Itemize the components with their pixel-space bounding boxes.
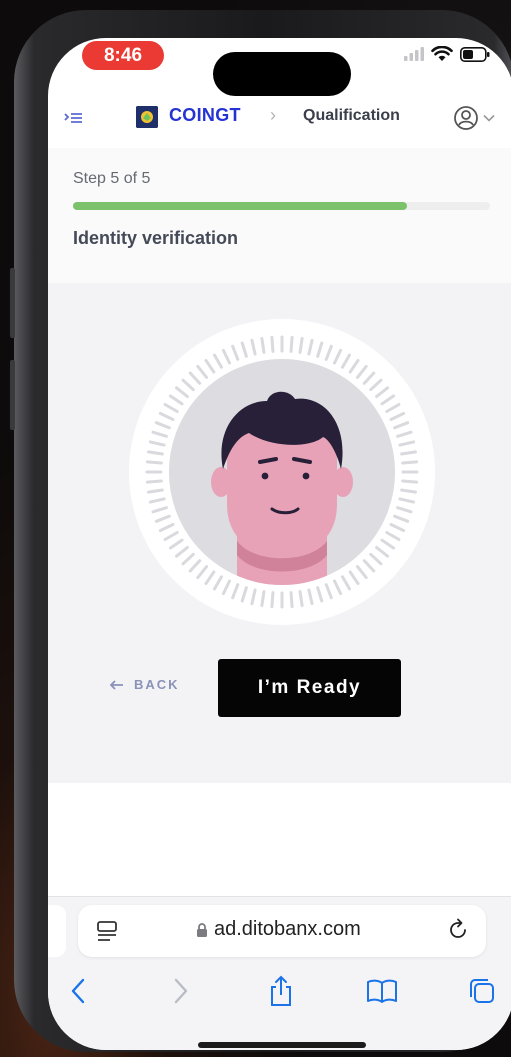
scan-ring-tick <box>260 337 266 354</box>
progress-bar <box>73 202 490 210</box>
im-ready-button[interactable]: I’m Ready <box>218 659 401 717</box>
action-row: BACK I’m Ready <box>48 659 511 719</box>
account-circle-icon <box>454 106 478 130</box>
breadcrumb-current: Qualification <box>303 107 400 124</box>
back-button[interactable]: BACK <box>110 677 180 692</box>
bookmarks-icon[interactable] <box>364 971 400 1011</box>
lock-icon <box>197 922 207 937</box>
scan-ring-tick <box>270 335 275 353</box>
forward-icon[interactable] <box>163 971 199 1011</box>
scan-ring-tick <box>298 337 304 354</box>
scan-ring-tick <box>270 591 275 609</box>
scan-ring-tick <box>147 450 164 456</box>
home-indicator <box>198 1042 366 1048</box>
side-button <box>10 360 15 430</box>
dynamic-island <box>213 52 351 96</box>
browser-toolbar <box>48 971 511 1015</box>
scan-ring-tick <box>147 488 164 494</box>
battery-icon <box>460 46 490 62</box>
status-icons <box>404 46 490 62</box>
scan-ring-tick <box>298 590 304 607</box>
url-text: ad.ditobanx.com <box>214 918 361 940</box>
scan-ring-tick <box>289 591 294 609</box>
scan-ring-tick <box>400 488 417 494</box>
previous-tab-preview[interactable] <box>48 905 66 957</box>
page-menu-icon[interactable] <box>96 919 118 943</box>
verification-content: BACK I’m Ready <box>48 283 511 783</box>
face-scan-illustration <box>129 319 435 625</box>
progress-fill <box>73 202 407 210</box>
cellular-signal-icon <box>404 47 424 61</box>
page-footer-space <box>48 783 511 896</box>
brand-name[interactable]: COINGT <box>169 105 241 126</box>
phone-frame: 8:46 COINGT › Qualification Step 5 of 5 … <box>10 10 511 1052</box>
step-label: Step 5 of 5 <box>73 170 151 187</box>
scan-ring-tick <box>401 460 419 465</box>
share-icon[interactable] <box>263 971 299 1011</box>
status-time: 8:46 <box>82 41 164 70</box>
browser-chrome: ad.ditobanx.com <box>48 896 511 1050</box>
reload-icon[interactable] <box>446 917 470 943</box>
wifi-icon <box>431 46 453 61</box>
address-bar[interactable]: ad.ditobanx.com <box>78 905 486 957</box>
indent-menu-icon[interactable] <box>62 108 84 130</box>
scan-ring-tick <box>260 590 266 607</box>
scan-ring-tick <box>145 460 163 465</box>
url-display[interactable]: ad.ditobanx.com <box>196 918 361 941</box>
side-button <box>10 268 15 338</box>
scan-ring-tick <box>289 335 294 353</box>
chevron-down-icon <box>483 114 495 122</box>
scan-ring-tick <box>145 479 163 484</box>
scan-ring-tick <box>400 450 417 456</box>
account-menu-button[interactable] <box>453 105 501 131</box>
app-header: COINGT › Qualification <box>48 96 511 149</box>
step-progress-section: Step 5 of 5 Identity verification <box>48 148 511 283</box>
brand-logo-icon[interactable] <box>136 106 158 128</box>
breadcrumb-separator: › <box>270 105 276 125</box>
back-icon[interactable] <box>60 971 96 1011</box>
arrow-left-icon <box>110 679 123 690</box>
section-title: Identity verification <box>73 228 239 248</box>
scan-ring-tick <box>401 479 419 484</box>
phone-screen: 8:46 COINGT › Qualification Step 5 of 5 … <box>48 38 511 1050</box>
tabs-icon[interactable] <box>464 971 500 1011</box>
back-button-label: BACK <box>134 677 180 692</box>
